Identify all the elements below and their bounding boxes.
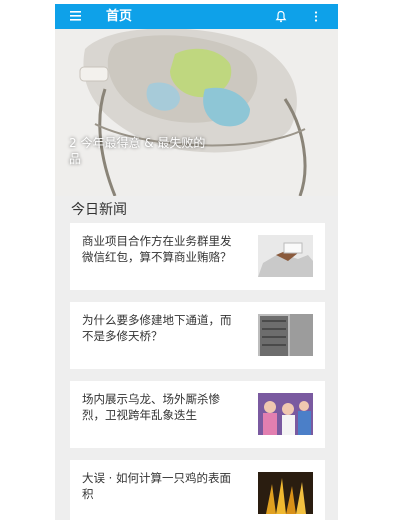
banner-caption: 2 今年最得意 & 最失败的 (69, 136, 206, 150)
news-thumbnail (258, 235, 313, 277)
app-screen: 首页 2 今年最得意 & 最失败的 品 今日新闻 商业项目合作方在业务群里发微信… (55, 4, 338, 520)
news-thumbnail (258, 472, 313, 514)
news-item[interactable]: 商业项目合作方在业务群里发微信红包，算不算商业贿赂？ (70, 223, 325, 290)
bell-icon[interactable] (275, 10, 287, 23)
page-title: 首页 (106, 9, 133, 24)
banner-carousel[interactable]: 2 今年最得意 & 最失败的 品 (55, 29, 338, 196)
news-title: 商业项目合作方在业务群里发微信红包，算不算商业贿赂？ (82, 234, 232, 264)
news-item[interactable]: 大误 · 如何计算一只鸡的表面积 (70, 460, 325, 520)
news-thumbnail (258, 314, 313, 356)
news-title: 大误 · 如何计算一只鸡的表面积 (82, 471, 231, 501)
banner-caption-cont: 品 (69, 152, 82, 166)
news-title: 为什么要多修建地下通道，而不是多修天桥？ (82, 313, 232, 343)
menu-icon[interactable] (69, 9, 83, 23)
more-vertical-icon[interactable] (313, 10, 319, 23)
news-item[interactable]: 为什么要多修建地下通道，而不是多修天桥？ (70, 302, 325, 369)
news-title: 场内展示乌龙、场外厮杀惨烈，卫视跨年乱象迭生 (82, 392, 220, 422)
section-title: 今日新闻 (71, 202, 127, 218)
news-thumbnail (258, 393, 313, 435)
top-bar: 首页 (55, 4, 338, 29)
news-item[interactable]: 场内展示乌龙、场外厮杀惨烈，卫视跨年乱象迭生 (70, 381, 325, 448)
banner-image (55, 29, 338, 196)
